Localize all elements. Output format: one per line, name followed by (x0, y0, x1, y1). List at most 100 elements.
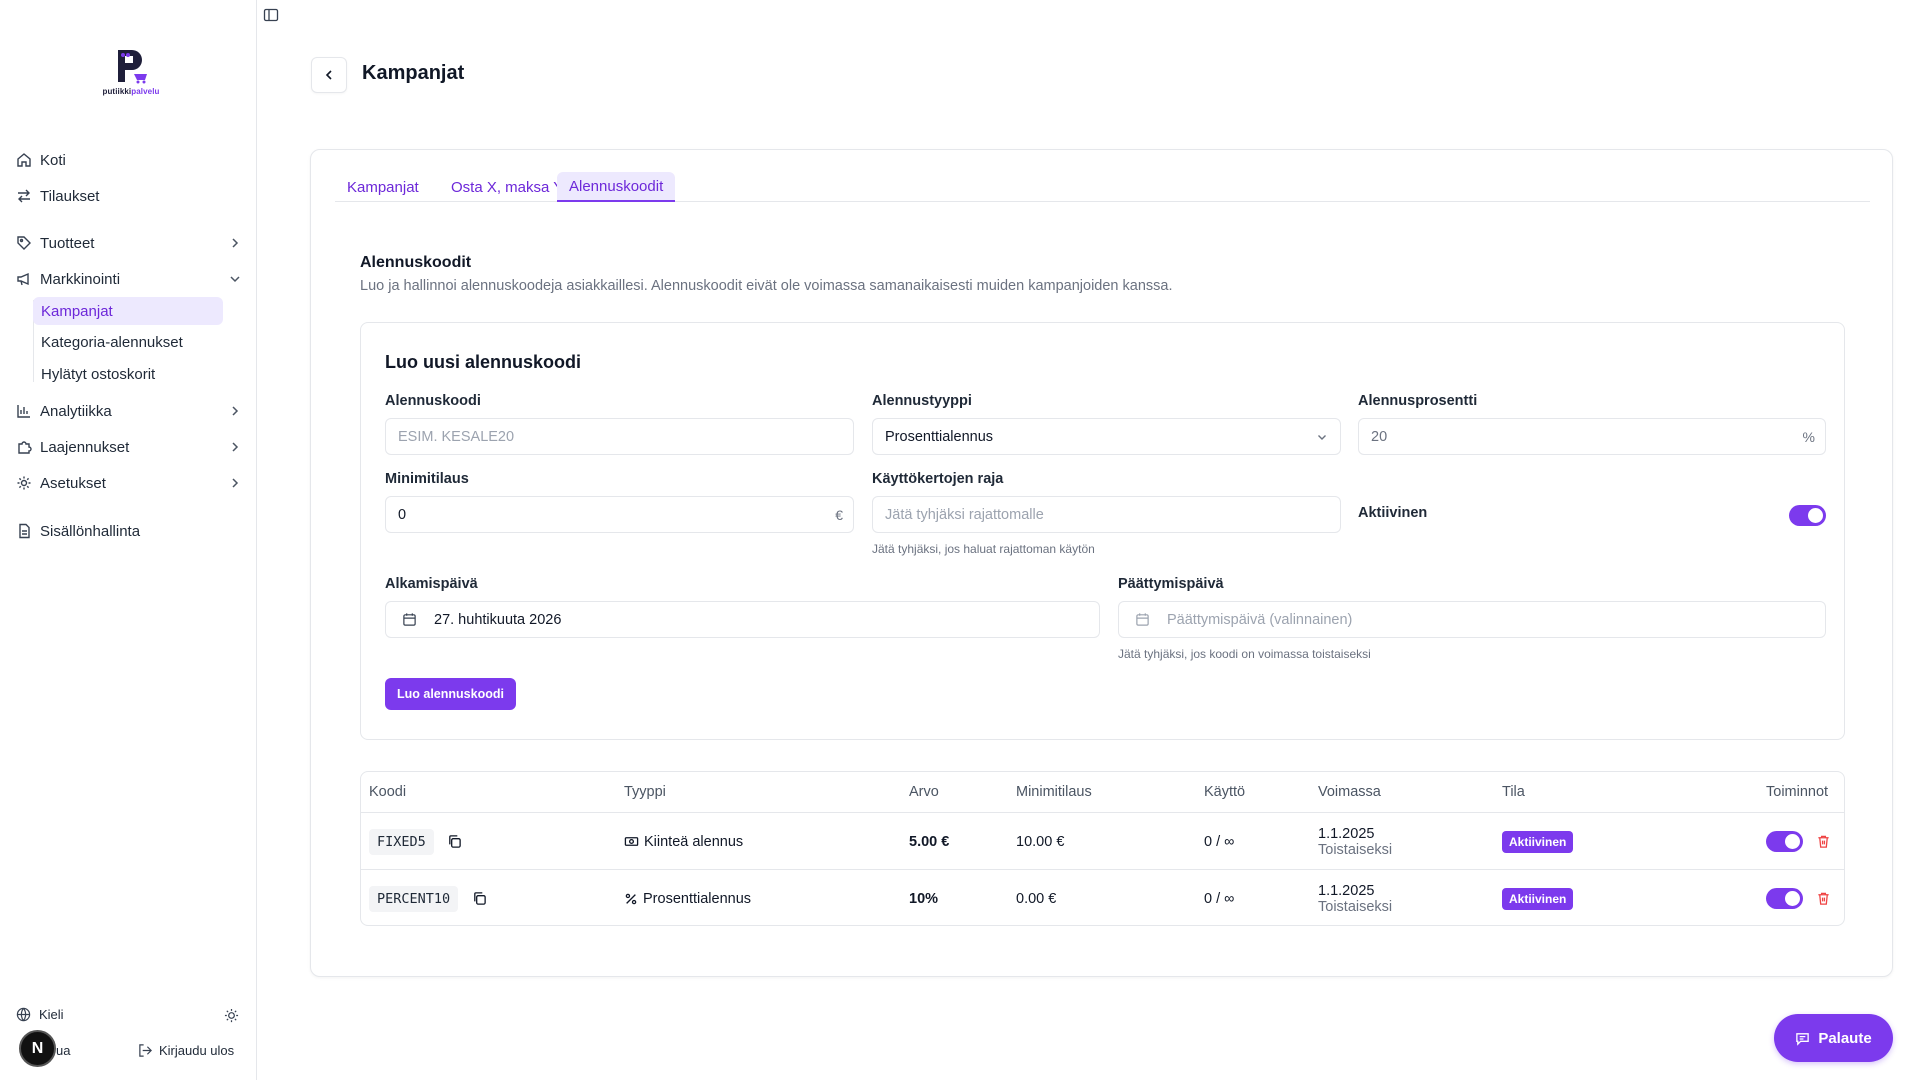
status-cell: Aktiivinen (1502, 813, 1574, 870)
valid-to: Toistaiseksi (1318, 841, 1393, 858)
type-label: Prosenttialennus (643, 890, 752, 907)
sidebar-item-label: Analytiikka (40, 402, 112, 420)
sidebar-subitem-hylatyt-ostoskorit[interactable]: Hylätyt ostoskorit (33, 360, 223, 388)
chevron-right-icon (232, 478, 239, 488)
code-input[interactable]: ESIM. KESALE20 (385, 418, 854, 455)
min-order-value: 0 (398, 506, 407, 523)
sidebar-item-markkinointi[interactable]: Markkinointi (16, 265, 242, 293)
megaphone-icon (16, 271, 32, 287)
tab-kampanjat[interactable]: Kampanjat (335, 172, 431, 202)
gear-icon (16, 475, 32, 491)
theme-toggle-button[interactable] (224, 1008, 239, 1023)
avatar[interactable]: N (19, 1030, 56, 1067)
chevron-right-icon (232, 238, 239, 248)
type-label: Kiinteä alennus (644, 833, 744, 850)
usage-limit-placeholder: Jätä tyhjäksi rajattomalle (885, 506, 1044, 523)
chevron-down-icon (1318, 434, 1326, 440)
usage-limit-input[interactable]: Jätä tyhjäksi rajattomalle (872, 496, 1341, 533)
usage-cell: 0 / ∞ (1204, 833, 1235, 850)
logo[interactable]: putiikkipalvelu (96, 46, 166, 102)
back-button[interactable] (311, 57, 347, 93)
active-label: Aktiivinen (1358, 505, 1428, 521)
logout-button[interactable]: Kirjaudu ulos (138, 1043, 234, 1058)
feedback-button[interactable]: Palaute (1774, 1014, 1893, 1062)
language-label: Kieli (39, 1007, 64, 1022)
column-header: Käyttö (1204, 784, 1246, 800)
section-title: Alennuskoodit (360, 254, 472, 271)
codes-table: Koodi Tyyppi Arvo Minimitilaus Käyttö Vo… (360, 771, 1845, 926)
sidebar-item-analytiikka[interactable]: Analytiikka (16, 397, 242, 425)
column-header: Minimitilaus (1016, 784, 1092, 800)
min-order-input[interactable]: 0 € (385, 496, 854, 533)
column-header: Koodi (369, 784, 407, 800)
sidebar: putiikkipalvelu Koti Tilaukset Tuotteet … (0, 0, 257, 1080)
sidebar-item-tuotteet[interactable]: Tuotteet (16, 229, 242, 257)
copy-icon[interactable] (446, 833, 464, 851)
usage-limit-help: Jätä tyhjäksi, jos haluat rajattoman käy… (872, 542, 1095, 556)
end-date-help: Jätä tyhjäksi, jos koodi on voimassa toi… (1118, 647, 1371, 661)
logo-text: putiikkipalvelu (102, 87, 160, 96)
end-date-picker[interactable]: Päättymispäivä (valinnainen) (1118, 601, 1826, 638)
validity-cell: 1.1.2025 Toistaiseksi (1318, 813, 1392, 870)
type-select[interactable]: Prosenttialennus (872, 418, 1341, 455)
table-row: PERCENT10 Prosenttialennus 10% 0.00 € 0 … (361, 869, 1844, 925)
logout-icon (139, 1044, 152, 1057)
sidebar-item-laajennukset[interactable]: Laajennukset (16, 433, 242, 461)
logo-icon (118, 50, 147, 84)
sidebar-subitem-kampanjat[interactable]: Kampanjat (33, 297, 223, 325)
valid-from: 1.1.2025 (1318, 825, 1375, 842)
usage-cell: 0 / ∞ (1204, 890, 1235, 907)
sidebar-item-koti[interactable]: Koti (16, 146, 242, 174)
percent-label: Alennusprosentti (1358, 393, 1478, 409)
validity-cell: 1.1.2025 Toistaiseksi (1318, 870, 1393, 925)
sidebar-subitem-kategoria-alennukset[interactable]: Kategoria-alennukset (33, 328, 223, 356)
active-toggle[interactable] (1789, 505, 1826, 526)
start-date-value: 27. huhtikuuta 2026 (434, 611, 562, 628)
section-description: Luo ja hallinnoi alennuskoodeja asiakkai… (360, 278, 1173, 294)
type-select-value: Prosenttialennus (885, 428, 994, 445)
actions-cell (1766, 870, 1831, 925)
sidebar-item-sisallonhallinta[interactable]: Sisällönhallinta (16, 517, 242, 545)
chevron-down-icon (230, 276, 240, 283)
arrows-icon (16, 188, 32, 204)
globe-icon (16, 1007, 31, 1022)
value-cell: 5.00 € (909, 833, 950, 850)
sidebar-item-label: Laajennukset (40, 438, 130, 456)
code-pill: FIXED5 (369, 828, 434, 855)
sidebar-item-tilaukset[interactable]: Tilaukset (16, 182, 242, 210)
logout-label: Kirjaudu ulos (159, 1043, 235, 1058)
main-card: Kampanjat Osta X, maksa Y Alennuskoodit … (310, 149, 1893, 977)
copy-icon[interactable] (470, 890, 488, 908)
banknote-icon (624, 837, 639, 846)
code-cell: FIXED5 (369, 813, 464, 870)
enable-toggle[interactable] (1766, 831, 1803, 852)
start-date-picker[interactable]: 27. huhtikuuta 2026 (385, 601, 1100, 638)
sidebar-item-label: Tuotteet (40, 234, 95, 252)
sidebar-item-asetukset[interactable]: Asetukset (16, 469, 242, 497)
valid-to: Toistaiseksi (1318, 898, 1393, 915)
trash-icon[interactable] (1815, 891, 1831, 907)
tab-osta-x-maksa-y[interactable]: Osta X, maksa Y (439, 172, 575, 202)
create-code-button[interactable]: Luo alennuskoodi (385, 678, 516, 710)
enable-toggle[interactable] (1766, 888, 1803, 909)
sidebar-item-label: Tilaukset (40, 187, 100, 205)
percent-input[interactable]: 20 % (1358, 418, 1826, 455)
min-order-label: Minimitilaus (385, 471, 469, 487)
trash-icon[interactable] (1815, 834, 1831, 850)
table-row: FIXED5 Kiinteä alennus 5.00 € 10.00 € 0 … (361, 812, 1844, 870)
actions-cell (1766, 813, 1831, 870)
sidebar-toggle-button[interactable] (261, 5, 281, 25)
tab-alennuskoodit[interactable]: Alennuskoodit (557, 172, 676, 202)
column-header: Arvo (909, 784, 939, 800)
sidebar-item-label: Asetukset (40, 474, 106, 492)
status-badge: Aktiivinen (1502, 830, 1574, 853)
bar-chart-icon (16, 403, 32, 419)
puzzle-icon (16, 439, 32, 455)
feedback-label: Palaute (1818, 1029, 1872, 1047)
column-header: Tila (1502, 784, 1525, 800)
language-selector[interactable]: Kieli (16, 1007, 64, 1022)
chevron-left-icon (325, 70, 332, 80)
min-order-cell: 0.00 € (1016, 890, 1057, 907)
end-date-label: Päättymispäivä (1118, 576, 1224, 592)
user-label: ua (56, 1043, 71, 1058)
